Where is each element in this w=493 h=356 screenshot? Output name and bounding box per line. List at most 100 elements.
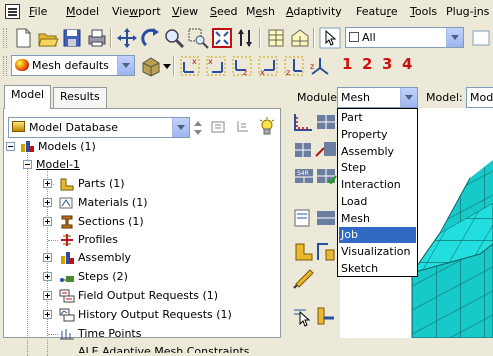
render-style-icon[interactable] xyxy=(265,27,287,49)
history-output-icon xyxy=(59,308,75,322)
module-option-visualization[interactable]: Visualization xyxy=(339,244,416,260)
database-select[interactable]: Model Database xyxy=(8,117,190,138)
coord-number[interactable]: 4 xyxy=(402,55,412,73)
tree-item-materials[interactable]: Materials (1) xyxy=(4,194,274,212)
print-icon[interactable] xyxy=(86,27,108,49)
box-zoom-icon[interactable] xyxy=(187,27,209,49)
app-menu-icon[interactable] xyxy=(5,4,20,19)
render-model-icon[interactable] xyxy=(140,55,162,77)
coord-number[interactable]: 1 xyxy=(342,55,352,73)
menu-plugins[interactable]: Plug-ins xyxy=(446,5,489,19)
shaded-icon[interactable] xyxy=(289,27,311,49)
adaptivity-icon[interactable] xyxy=(292,266,316,290)
seed-part-icon[interactable] xyxy=(292,110,316,134)
coord-number[interactable]: 2 xyxy=(362,55,372,73)
chevron-down-icon[interactable] xyxy=(117,56,134,75)
tree-item-parts[interactable]: Parts (1) xyxy=(4,175,274,193)
expand-icon[interactable] xyxy=(43,310,52,319)
collapse-icon[interactable] xyxy=(6,142,15,151)
lightbulb-icon[interactable] xyxy=(258,117,276,137)
toolbar-grip[interactable] xyxy=(3,56,7,76)
tab-model[interactable]: Model xyxy=(4,85,52,109)
expand-icon[interactable] xyxy=(43,179,52,188)
tab-results[interactable]: Results xyxy=(53,87,107,108)
zoom-icon[interactable] xyxy=(163,27,185,49)
open-folder-icon[interactable] xyxy=(37,27,59,49)
mesh-controls-icon[interactable] xyxy=(314,138,338,162)
expand-icon[interactable] xyxy=(43,198,52,207)
mesh-part-icon[interactable] xyxy=(292,138,316,162)
coord-number[interactable]: 3 xyxy=(382,55,392,73)
tree-item-time-points[interactable]: Time Points xyxy=(4,325,274,343)
module-option-mesh[interactable]: Mesh xyxy=(339,211,416,227)
module-option-sketch[interactable]: Sketch xyxy=(339,261,416,277)
partition-icon[interactable] xyxy=(292,206,316,230)
module-option-interaction[interactable]: Interaction xyxy=(339,177,416,193)
view-top-icon[interactable]: z xyxy=(231,55,253,77)
menu-feature[interactable]: Feature xyxy=(356,5,398,19)
edit-mesh-icon[interactable] xyxy=(314,240,338,264)
tree-item-sections[interactable]: Sections (1) xyxy=(4,213,274,231)
module-option-part[interactable]: Part xyxy=(339,110,416,126)
expand-tree-icon[interactable] xyxy=(210,118,228,136)
module-option-step[interactable]: Step xyxy=(339,160,416,176)
menu-adaptivity[interactable]: Adaptivity xyxy=(286,5,342,19)
tree-item-steps[interactable]: Steps (2) xyxy=(4,268,274,286)
view-bottom-icon[interactable]: x xyxy=(257,55,279,77)
model-select[interactable]: Mod xyxy=(466,87,493,108)
rotate-icon[interactable] xyxy=(140,27,162,49)
collapse-icon[interactable] xyxy=(23,160,32,169)
expand-icon[interactable] xyxy=(43,291,52,300)
module-option-property[interactable]: Property xyxy=(339,127,416,143)
menu-mesh[interactable]: Mesh xyxy=(246,5,275,19)
new-file-icon[interactable] xyxy=(12,27,34,49)
verify-mesh-icon[interactable] xyxy=(314,164,338,188)
filter-options-icon[interactable] xyxy=(470,27,492,49)
tree-item-assembly[interactable]: Assembly xyxy=(4,249,274,267)
save-icon[interactable] xyxy=(61,27,83,49)
tree-item-models[interactable]: Models (1) xyxy=(4,138,274,156)
menu-tools[interactable]: Tools xyxy=(410,5,437,19)
auto-fit-icon[interactable] xyxy=(211,27,233,49)
expand-icon[interactable] xyxy=(43,272,52,281)
chevron-down-icon[interactable] xyxy=(162,55,172,77)
module-option-load[interactable]: Load xyxy=(339,194,416,210)
tree-item-model-1[interactable]: Model-1 xyxy=(4,156,274,174)
module-select[interactable]: Mesh xyxy=(337,87,418,108)
view-iso-icon[interactable]: z xyxy=(309,55,331,77)
tree-item-partial[interactable]: ALE Adaptive Mesh Constraints xyxy=(4,343,274,353)
module-option-job[interactable]: Job xyxy=(339,227,416,243)
spinner-icon[interactable] xyxy=(194,119,202,137)
tree-item-field-output-requests[interactable]: Field Output Requests (1) xyxy=(4,287,274,305)
menu-viewport[interactable]: Viewport xyxy=(112,5,161,19)
menu-file[interactable]: File xyxy=(29,5,47,19)
view-front-icon[interactable]: x xyxy=(179,55,201,77)
collapse-tree-icon[interactable] xyxy=(234,118,252,136)
seed-edges-icon[interactable] xyxy=(314,110,338,134)
menu-model[interactable]: Model xyxy=(66,5,99,19)
select-arrow-icon[interactable] xyxy=(319,27,341,49)
query-select-icon[interactable] xyxy=(292,304,316,328)
tree-item-profiles[interactable]: Profiles xyxy=(4,231,274,249)
menu-seed[interactable]: Seed xyxy=(210,5,238,19)
toolbar-grip[interactable] xyxy=(3,28,7,48)
virtual-topology-icon[interactable] xyxy=(314,206,338,230)
chevron-down-icon[interactable] xyxy=(400,88,417,107)
module-option-assembly[interactable]: Assembly xyxy=(339,144,416,160)
element-type-icon[interactable]: S4R xyxy=(292,164,316,188)
chevron-down-icon[interactable] xyxy=(172,118,189,137)
chevron-down-icon[interactable] xyxy=(446,28,463,47)
tree-item-history-output-requests[interactable]: History Output Requests (1) xyxy=(4,306,274,324)
cycle-views-icon[interactable] xyxy=(234,27,256,49)
reference-icon[interactable] xyxy=(314,304,338,328)
view-left-icon[interactable]: z xyxy=(283,55,305,77)
main-toolbar: All xyxy=(0,24,493,52)
pan-icon[interactable] xyxy=(116,27,138,49)
expand-icon[interactable] xyxy=(43,217,52,226)
datum-icon[interactable] xyxy=(292,240,316,264)
view-back-icon[interactable]: x xyxy=(205,55,227,77)
expand-icon[interactable] xyxy=(43,253,52,262)
menu-view[interactable]: View xyxy=(172,5,198,19)
mesh-defaults-select[interactable]: Mesh defaults xyxy=(11,55,135,76)
selection-filter-select[interactable]: All xyxy=(345,27,464,48)
